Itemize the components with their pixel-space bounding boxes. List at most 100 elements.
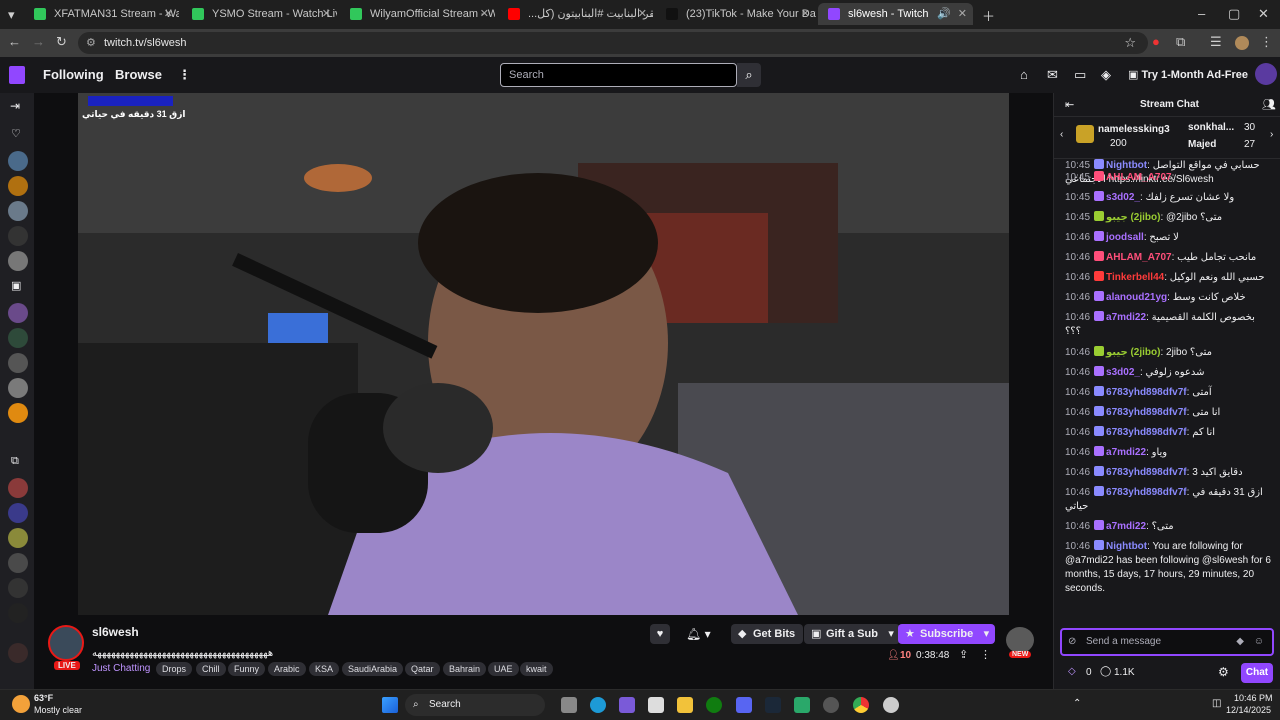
channel-avatar[interactable] (8, 603, 28, 623)
close-icon[interactable]: ✕ (958, 3, 967, 25)
menu-icon[interactable]: ⋮ (1260, 34, 1273, 50)
message-username[interactable]: a7mdi22 (1106, 447, 1146, 458)
chat-settings-icon[interactable]: ⚙ (1218, 665, 1229, 679)
message-username[interactable]: 6783yhd898dfv7f (1106, 467, 1187, 478)
close-icon[interactable]: ✕ (638, 3, 647, 25)
users-icon[interactable]: 👥︎ (1262, 98, 1276, 111)
more-options-icon[interactable]: ⋮ (980, 648, 991, 661)
message-username[interactable]: جيبو (2jibo) (1106, 347, 1160, 358)
tag[interactable]: Arabic (268, 662, 306, 676)
bookmark-star-icon[interactable]: ☆ (1124, 32, 1136, 54)
tag[interactable]: Chill (196, 662, 226, 676)
inventory-icon[interactable]: ⌂ (1020, 67, 1028, 82)
message-username[interactable]: s3d02_ (1106, 192, 1140, 203)
windows-start-icon[interactable] (382, 697, 398, 713)
twitch-logo-icon[interactable] (9, 66, 25, 84)
channel-avatar[interactable] (8, 226, 28, 246)
message-username[interactable]: 6783yhd898dfv7f (1106, 407, 1187, 418)
following-link[interactable]: Following (43, 67, 104, 82)
gifter-name[interactable]: namelessking3 (1098, 124, 1170, 135)
reading-list-icon[interactable]: ☰ (1210, 34, 1222, 50)
whispers-icon[interactable]: ▭ (1074, 67, 1086, 83)
gifter-name[interactable]: sonkhal... (1188, 122, 1234, 133)
message-username[interactable]: جيبو (2jibo) (1106, 212, 1160, 223)
browser-tab[interactable]: (23)TikTok - Make Your Day ✕ (656, 3, 816, 25)
user-avatar[interactable] (1255, 63, 1277, 85)
collapse-sidebar-icon[interactable]: ⇥ (10, 99, 20, 113)
site-info-icon[interactable]: ⚙ (86, 32, 96, 54)
channel-avatar[interactable] (8, 328, 28, 348)
hide-chat-icon[interactable]: ⊘ (1068, 630, 1076, 654)
channel-avatar[interactable] (8, 251, 28, 271)
maximize-icon[interactable]: ▢ (1228, 6, 1240, 22)
chevron-right-icon[interactable]: › (1270, 129, 1273, 140)
message-username[interactable]: AHLAM_A707 (1106, 172, 1172, 183)
search-input[interactable]: Search (500, 63, 737, 87)
extension-icon[interactable]: ● (1152, 34, 1160, 49)
copilot-icon[interactable] (619, 697, 635, 713)
message-username[interactable]: Nightbot (1106, 541, 1147, 552)
channel-points-icon[interactable]: ◇ (1068, 666, 1076, 677)
clock-date[interactable]: 12/14/2025 (1226, 705, 1271, 715)
url-field[interactable]: ⚙ twitch.tv/sl6wesh ☆ (78, 32, 1148, 54)
tag[interactable]: KSA (309, 662, 340, 676)
get-bits-button[interactable]: ◆ Get Bits (731, 624, 804, 644)
chat-input[interactable]: ⊘ Send a message ◆ ☺ (1060, 628, 1274, 656)
channel-avatar[interactable] (8, 176, 28, 196)
tag[interactable]: Bahrain (443, 662, 487, 676)
prime-loot-icon[interactable]: ◈ (1101, 67, 1111, 83)
close-icon[interactable]: ✕ (164, 3, 173, 25)
notifications-bell-button[interactable]: 🔔︎ ▾ (686, 624, 711, 644)
tag[interactable]: kwait (520, 662, 553, 676)
explorer-icon[interactable] (677, 697, 693, 713)
channel-avatar[interactable] (8, 201, 28, 221)
channel-avatar[interactable] (8, 403, 28, 423)
channel-avatar[interactable] (8, 643, 28, 663)
chrome-icon[interactable] (853, 697, 869, 713)
inbox-icon[interactable]: ✉ (1047, 67, 1058, 83)
channel-avatar[interactable] (8, 378, 28, 398)
app-icon[interactable] (794, 697, 810, 713)
collapse-chat-icon[interactable]: ⇤ (1065, 98, 1074, 111)
close-icon[interactable]: ✕ (801, 3, 810, 25)
minimize-icon[interactable]: – (1198, 6, 1205, 21)
tag[interactable]: Drops (156, 662, 193, 676)
tag[interactable]: UAE (488, 662, 519, 676)
browser-tab[interactable]: YSMO Stream - Watch Live on ... ✕ (182, 3, 337, 25)
obs-icon[interactable] (883, 697, 899, 713)
message-username[interactable]: alanoud21yg (1106, 292, 1167, 303)
close-window-icon[interactable]: ✕ (1258, 6, 1269, 22)
bits-icon[interactable]: ◆ (1236, 630, 1244, 654)
browser-tab-active[interactable]: sl6wesh - Twitch 🔊 ✕ (818, 3, 973, 25)
channel-name[interactable]: sl6wesh (92, 625, 139, 639)
gifter-name[interactable]: Majed (1188, 139, 1216, 150)
audio-icon[interactable]: 🔊 (937, 3, 951, 25)
tag[interactable]: SaudiArabia (342, 662, 404, 676)
tab-search-icon[interactable]: ▾ (8, 7, 15, 23)
channel-avatar[interactable] (8, 303, 28, 323)
extensions-puzzle-icon[interactable]: ⧉ (1176, 34, 1185, 50)
channel-avatar[interactable] (8, 151, 28, 171)
clock-time[interactable]: 10:46 PM (1234, 693, 1273, 703)
profile-avatar[interactable] (1235, 36, 1249, 50)
edge-icon[interactable] (590, 697, 606, 713)
ad-free-button[interactable]: ▣ Try 1-Month Ad-Free (1128, 68, 1248, 81)
channel-avatar[interactable] (8, 553, 28, 573)
tray-chevron-icon[interactable]: ⌃ (1073, 698, 1081, 709)
message-username[interactable]: 6783yhd898dfv7f (1106, 427, 1187, 438)
share-icon[interactable]: ⇪ (959, 648, 968, 661)
message-username[interactable]: joodsall (1106, 232, 1144, 243)
message-username[interactable]: AHLAM_A707 (1106, 252, 1172, 263)
channel-avatar[interactable] (8, 503, 28, 523)
category-link[interactable]: Just Chatting (92, 663, 150, 674)
tag[interactable]: Qatar (405, 662, 440, 676)
xbox-icon[interactable] (706, 697, 722, 713)
channel-avatar[interactable] (8, 528, 28, 548)
chat-send-button[interactable]: Chat (1241, 663, 1273, 683)
browser-tab[interactable]: XFATMAN31 Stream - Watch Li... ✕ (24, 3, 179, 25)
tag[interactable]: Funny (228, 662, 266, 676)
video-player[interactable]: ازق 31 دقيقه في حياتي (78, 93, 1009, 615)
discord-icon[interactable] (736, 697, 752, 713)
new-tab-icon[interactable]: ＋ (982, 6, 995, 25)
chevron-left-icon[interactable]: ‹ (1060, 129, 1063, 140)
